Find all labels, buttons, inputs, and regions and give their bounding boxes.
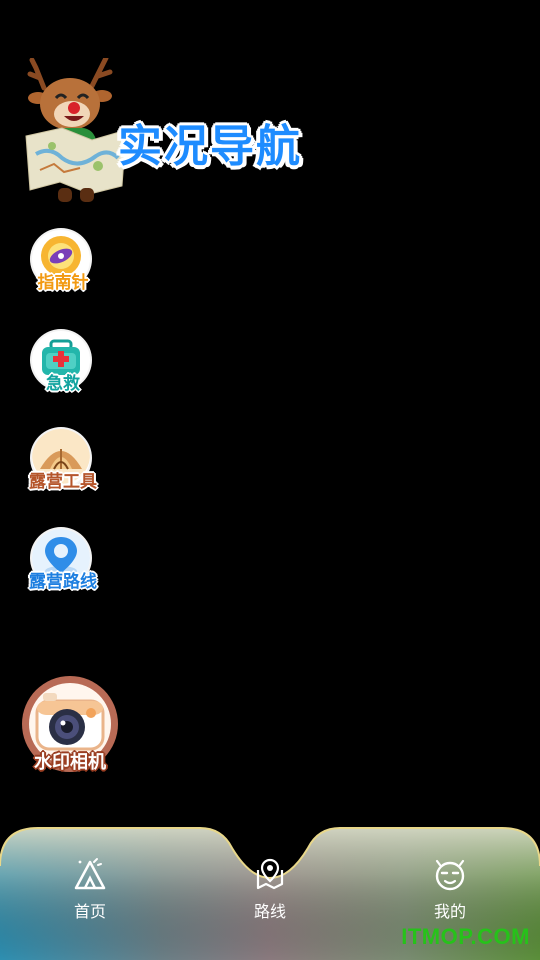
- camping-route-label: 露营路线: [29, 572, 97, 592]
- nav-mine[interactable]: 我的: [405, 856, 495, 926]
- nav-home[interactable]: 首页: [45, 856, 135, 926]
- compass-label: 指南针: [37, 273, 89, 293]
- reindeer-mascot: [25, 58, 127, 202]
- map-pin-icon: [256, 858, 284, 890]
- tent-icon: [74, 858, 106, 890]
- site-watermark: ITMOP.COM: [401, 924, 530, 949]
- nav-home-label: 首页: [73, 902, 106, 921]
- first-aid-button[interactable]: 急救: [18, 331, 108, 411]
- first-aid-label: 急救: [46, 374, 80, 394]
- camping-tools-label: 露营工具: [29, 472, 97, 492]
- watermark-camera-label: 水印相机: [34, 752, 106, 773]
- watermark-camera-button[interactable]: 水印相机: [22, 676, 118, 776]
- camping-tools-button[interactable]: 露营工具: [18, 429, 108, 509]
- app-header: 实况导航: [22, 58, 312, 208]
- nav-mine-label: 我的: [433, 902, 466, 921]
- camping-route-button[interactable]: 露营路线: [18, 529, 108, 609]
- face-icon: [435, 859, 465, 891]
- app-title: 实况导航: [118, 121, 302, 172]
- nav-route[interactable]: 路线: [225, 856, 315, 926]
- nav-route-label: 路线: [253, 902, 286, 921]
- compass-button[interactable]: 指南针: [18, 230, 108, 310]
- bottom-nav-bar: 首页 路线 我的 ITMOP.COM: [0, 826, 540, 960]
